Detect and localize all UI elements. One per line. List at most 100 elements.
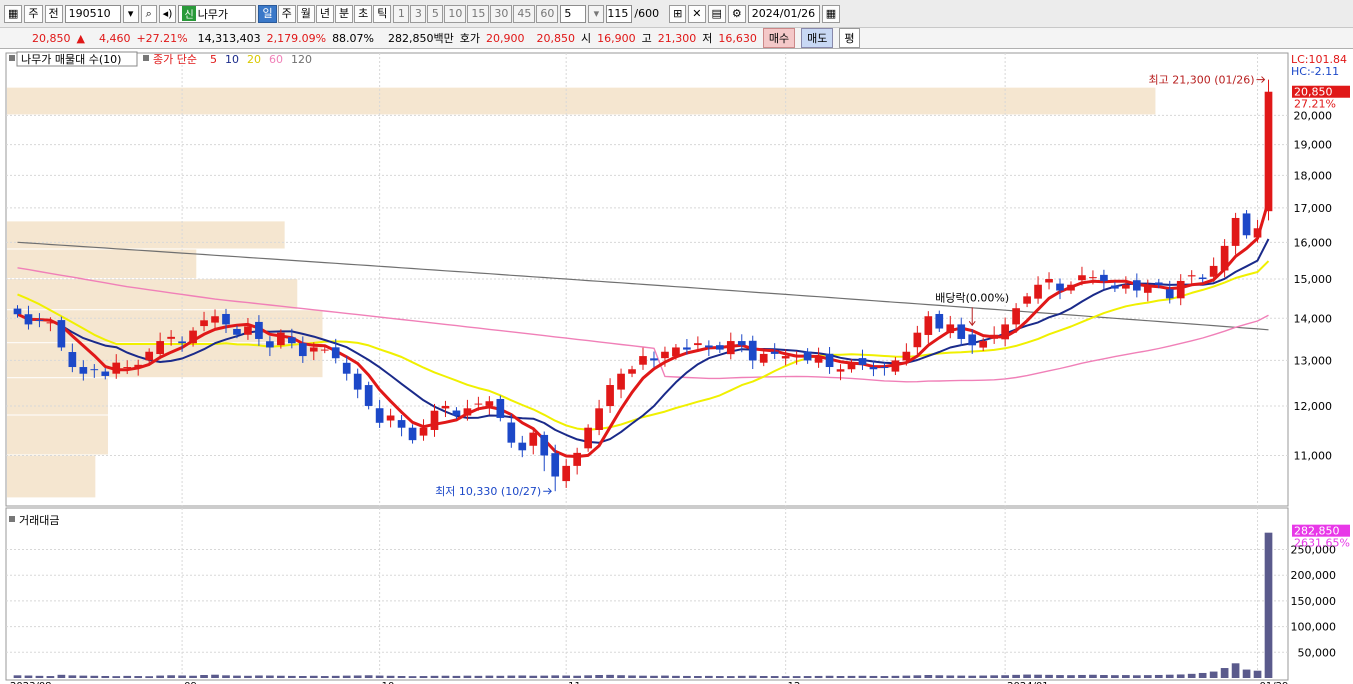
candle-body: [1001, 324, 1009, 340]
market-type-button[interactable]: 주: [24, 4, 43, 23]
prev-button[interactable]: 전: [44, 4, 63, 23]
tab-period-6[interactable]: 틱: [373, 4, 392, 23]
last-pct-label: 27.21%: [1294, 98, 1336, 111]
candle-body: [167, 336, 175, 339]
candle-body: [1132, 280, 1141, 291]
candle-body: [145, 351, 154, 361]
ma-period-20: 20: [247, 53, 261, 66]
candle-body: [178, 341, 186, 344]
interval-button-5[interactable]: 5: [427, 4, 444, 23]
price-chart[interactable]: 11,000 12,000 13,000 14,000 15,000 16,000 17,0…: [0, 49, 1353, 684]
price-tick-label: 13,000: [1294, 354, 1333, 367]
tab-period-1[interactable]: 주: [277, 4, 296, 23]
tab-period-0[interactable]: 일: [258, 4, 277, 23]
candle-body: [880, 366, 889, 368]
volume-bar: [836, 675, 845, 678]
candle-body: [869, 367, 878, 370]
tab-period-2[interactable]: 월: [296, 4, 315, 23]
volume-bar: [639, 675, 647, 678]
interval-button-15[interactable]: 15: [467, 4, 490, 23]
volume-bar: [123, 675, 132, 678]
volume-bar: [891, 675, 900, 678]
candle-body: [101, 371, 110, 376]
volume-bar: [584, 675, 592, 678]
stock-name-field[interactable]: 신 나무가: [178, 4, 257, 23]
volume-bar: [1165, 674, 1174, 678]
candle-body: [1231, 217, 1240, 246]
avg-button[interactable]: 평: [839, 28, 860, 48]
candle-body: [1089, 277, 1097, 279]
search-icon[interactable]: ⌕: [140, 4, 157, 23]
draw-tool-icon[interactable]: ✕: [688, 4, 706, 23]
interval-button-60[interactable]: 60: [536, 4, 559, 23]
buy-button[interactable]: 매수: [762, 28, 796, 48]
candle-body: [1253, 228, 1262, 238]
sell-button[interactable]: 매도: [801, 28, 834, 48]
volume-bar: [1089, 674, 1097, 678]
interval-button-45[interactable]: 45: [513, 4, 536, 23]
candle-body: [540, 434, 549, 456]
gear-icon[interactable]: ⚙: [727, 4, 746, 23]
volume-profile-band: [7, 249, 197, 279]
volume-bar: [1100, 675, 1108, 678]
volume-bar: [1012, 674, 1020, 678]
volume-bar: [869, 675, 878, 678]
count-input[interactable]: 115: [606, 4, 633, 23]
volume-bar: [770, 676, 779, 678]
candle-body: [803, 351, 812, 361]
tab-period-4[interactable]: 분: [334, 4, 354, 23]
date-input[interactable]: 2024/01/26: [747, 4, 820, 23]
stock-code-input[interactable]: 190510: [64, 4, 121, 23]
hc-label: HC:-2.11: [1291, 65, 1339, 78]
volume-bar: [924, 675, 933, 678]
volume-bar: [1132, 675, 1141, 678]
candle-body: [770, 351, 779, 354]
open-label: 시: [581, 32, 592, 45]
low-price: 16,630: [718, 31, 757, 45]
interval-button-30[interactable]: 30: [490, 4, 513, 23]
candle-body: [1056, 283, 1064, 291]
volume-bar: [781, 676, 790, 678]
volume-bar: [419, 676, 428, 678]
candle-body: [518, 442, 527, 451]
interval-dropdown-icon[interactable]: ▾: [588, 4, 605, 23]
candle-body: [858, 358, 867, 365]
candle-body: [715, 345, 724, 350]
candle-body: [551, 453, 560, 477]
volume-bar: [726, 676, 735, 678]
dividend-annotation: 배당락(0.00%): [935, 291, 1009, 304]
interval-button-10[interactable]: 10: [444, 4, 467, 23]
chevron-down-icon[interactable]: ▾: [122, 4, 139, 23]
candle-body: [485, 401, 494, 406]
volume-bar: [1111, 675, 1119, 678]
candle-body: [441, 405, 450, 409]
tab-period-3[interactable]: 년: [315, 4, 334, 23]
grid-settings-icon[interactable]: ⊞: [669, 4, 687, 23]
candle-body: [606, 385, 614, 407]
volume-bar: [211, 674, 219, 678]
candle-body: [46, 322, 55, 324]
volume-bar: [134, 676, 143, 678]
interval-input[interactable]: 5: [560, 4, 587, 23]
candle-body: [1220, 245, 1229, 271]
volume-bar: [946, 675, 955, 678]
candle-body: [331, 347, 340, 359]
volume-bar: [573, 675, 581, 678]
save-icon[interactable]: ▤: [707, 4, 726, 23]
interval-button-1[interactable]: 1: [393, 4, 410, 23]
calendar-icon[interactable]: ▦: [821, 4, 841, 23]
interval-button-3[interactable]: 3: [410, 4, 427, 23]
volume-bar: [540, 675, 549, 678]
candle-body: [913, 332, 922, 348]
candle-body: [748, 340, 757, 361]
count-total-label: /600: [634, 7, 660, 20]
volume-bar: [1242, 669, 1251, 678]
candle-body: [957, 324, 966, 339]
volume-bar: [79, 675, 88, 678]
chart-window-icon[interactable]: ▦: [4, 4, 23, 23]
volume-bar: [375, 675, 384, 678]
speaker-icon[interactable]: ◂): [158, 4, 177, 23]
tab-period-5[interactable]: 초: [354, 4, 373, 23]
volume-bar: [331, 675, 340, 678]
volume-bar: [309, 675, 318, 678]
